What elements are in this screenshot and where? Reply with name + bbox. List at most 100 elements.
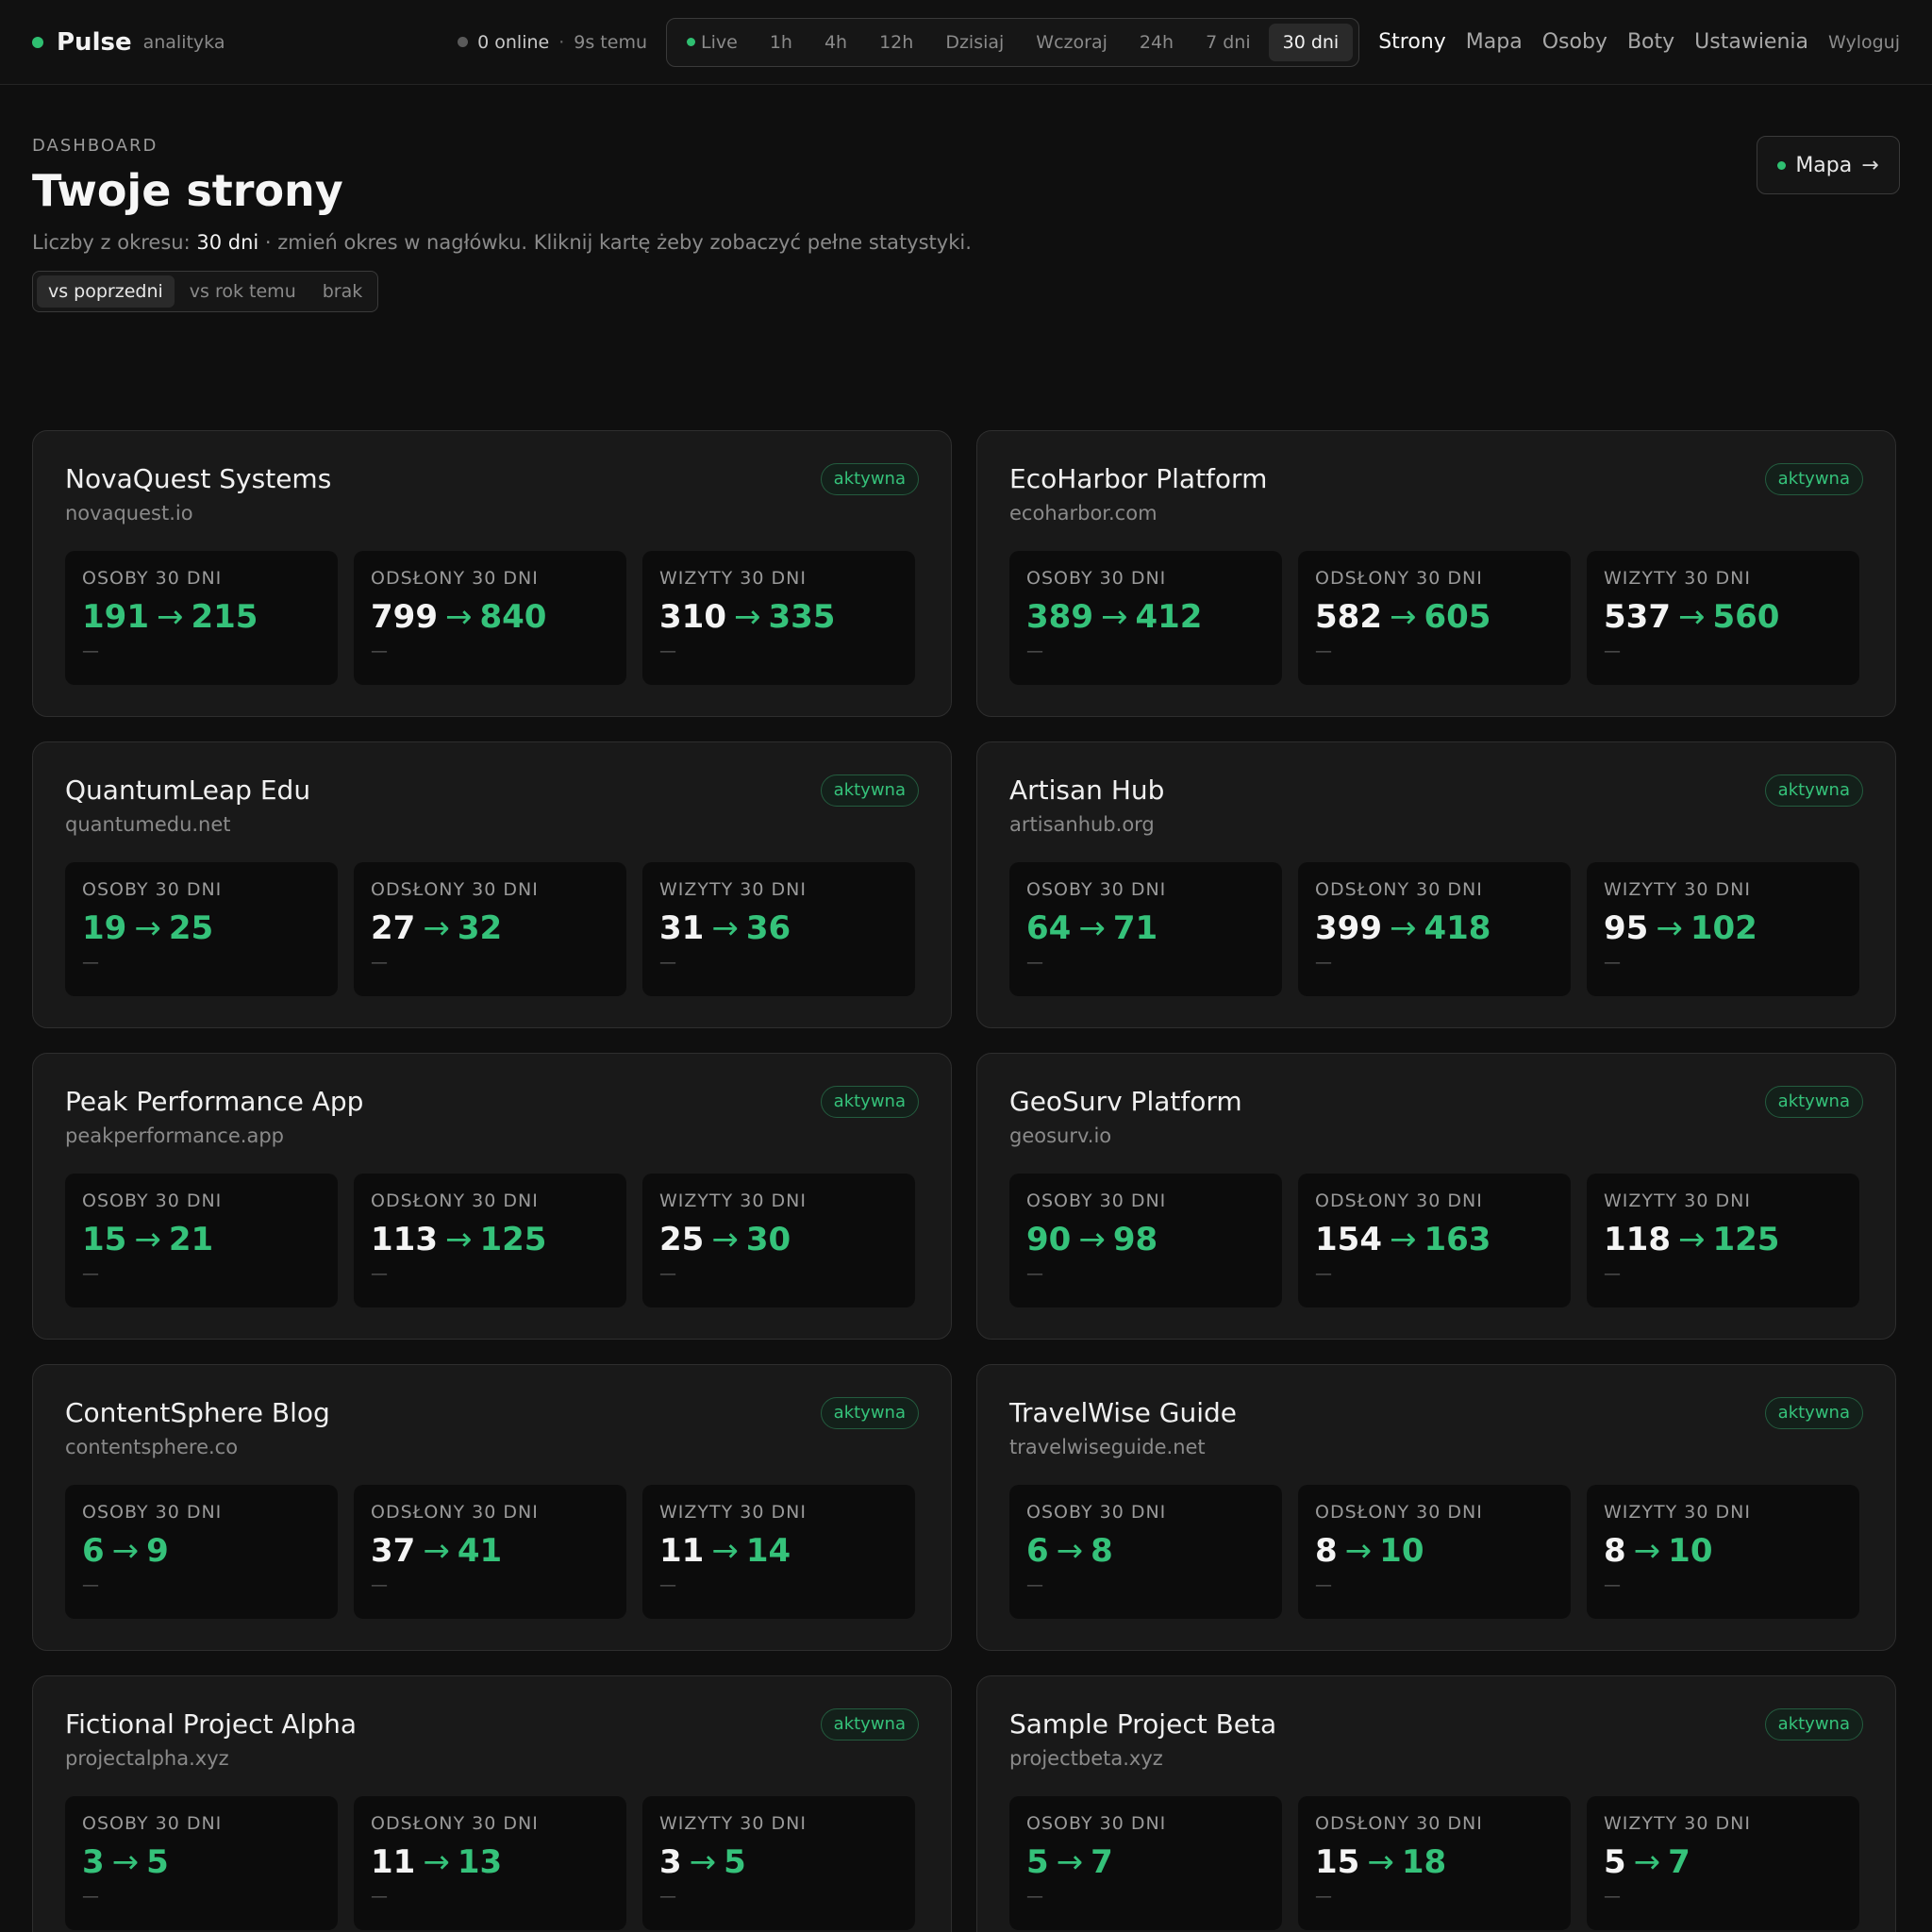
metric-people: OSOBY 30 DNI 6 → 9 — [65,1485,338,1619]
nav-settings[interactable]: Ustawienia [1694,30,1808,54]
metric-label: ODSŁONY 30 DNI [1315,1191,1483,1211]
metric-label: OSOBY 30 DNI [82,1502,223,1523]
map-button[interactable]: Mapa → [1757,136,1900,194]
metric-label: ODSŁONY 30 DNI [371,1813,539,1834]
metric-delta: — [1315,1575,1332,1595]
site-metrics: OSOBY 30 DNI 90 → 98 — ODSŁONY 30 DNI 154 →… [1009,1174,1863,1307]
site-card[interactable]: TravelWise Guide travelwiseguide.net akt… [976,1364,1896,1651]
status-badge: aktywna [820,1708,919,1740]
metric-value: 8 → 10 [1315,1532,1554,1570]
range-30d[interactable]: 30 dni [1268,23,1354,61]
metric-current: 32 [457,909,503,947]
period-suffix: · zmień okres w nagłówku. Kliknij kartę … [264,231,972,254]
metric-previous: 27 [371,909,416,947]
metric-previous: 113 [371,1221,438,1258]
site-card[interactable]: QuantumLeap Edu quantumedu.net aktywna O… [32,741,952,1028]
nav-map[interactable]: Mapa [1466,30,1523,54]
map-dot-icon [1777,160,1787,170]
range-12h[interactable]: 12h [865,24,927,61]
arrow-right-icon: → [711,1221,739,1258]
arrow-right-icon: → [111,1843,140,1881]
status-badge: aktywna [1764,1397,1863,1429]
site-card[interactable]: ContentSphere Blog contentsphere.co akty… [32,1364,952,1651]
metric-delta: — [1604,953,1621,973]
range-24h[interactable]: 24h [1125,24,1188,61]
metric-label: WIZYTY 30 DNI [1604,1191,1751,1211]
site-card[interactable]: Fictional Project Alpha projectalpha.xyz… [32,1675,952,1932]
online-dot-icon [458,37,469,47]
metric-previous: 389 [1026,598,1093,636]
metric-value: 389 → 412 [1026,598,1265,636]
metric-current: 418 [1424,909,1491,947]
site-domain: ecoharbor.com [1009,502,1158,525]
metric-previous: 6 [1026,1532,1049,1570]
metric-people: OSOBY 30 DNI 191 → 215 — [65,551,338,685]
compare-year-ago[interactable]: vs rok temu [178,275,308,308]
site-name: Peak Performance App [65,1086,364,1117]
range-yesterday[interactable]: Wczoraj [1022,24,1122,61]
site-name: EcoHarbor Platform [1009,463,1268,494]
status-badge: aktywna [820,463,919,495]
metric-delta: — [659,953,676,973]
range-1h[interactable]: 1h [756,24,807,61]
metric-previous: 6 [82,1532,105,1570]
metric-visits: WIZYTY 30 DNI 3 → 5 — [642,1796,915,1930]
metric-people: OSOBY 30 DNI 3 → 5 — [65,1796,338,1930]
metric-value: 5 → 7 [1026,1843,1265,1881]
metric-current: 21 [168,1221,214,1258]
metric-label: WIZYTY 30 DNI [1604,568,1751,589]
metric-delta: — [659,1264,676,1284]
metric-current: 215 [191,598,258,636]
nav-bots[interactable]: Boty [1627,30,1674,54]
compare-none[interactable]: brak [311,275,375,308]
site-domain: peakperformance.app [65,1124,284,1147]
metric-pageviews: ODSŁONY 30 DNI 799 → 840 — [354,551,626,685]
site-metrics: OSOBY 30 DNI 3 → 5 — ODSŁONY 30 DNI 11 → 13 … [65,1796,919,1930]
logout-link[interactable]: Wyloguj [1828,32,1900,53]
site-card[interactable]: Peak Performance App peakperformance.app… [32,1053,952,1340]
range-7d[interactable]: 7 dni [1191,24,1265,61]
arrow-right-icon: → [1677,1221,1706,1258]
range-4h[interactable]: 4h [810,24,861,61]
metric-delta: — [1315,641,1332,661]
metric-delta: — [371,1264,388,1284]
metric-previous: 310 [659,598,726,636]
site-domain: geosurv.io [1009,1124,1112,1147]
nav-sites[interactable]: Strony [1378,30,1446,54]
site-card[interactable]: Artisan Hub artisanhub.org aktywna OSOBY… [976,741,1896,1028]
brand[interactable]: Pulse analityka [32,28,225,57]
metric-previous: 15 [1315,1843,1360,1881]
metric-value: 6 → 8 [1026,1532,1265,1570]
metric-delta: — [82,953,99,973]
metric-pageviews: ODSŁONY 30 DNI 154 → 163 — [1298,1174,1571,1307]
brand-name: Pulse [57,27,132,57]
metric-current: 18 [1401,1843,1447,1881]
metric-current: 840 [479,598,547,636]
metric-current: 163 [1424,1221,1491,1258]
site-name: QuantumLeap Edu [65,774,311,806]
arrow-right-icon: → [1389,1221,1417,1258]
metric-current: 7 [1091,1843,1113,1881]
metric-previous: 37 [371,1532,416,1570]
metric-current: 9 [146,1532,169,1570]
site-card[interactable]: Sample Project Beta projectbeta.xyz akty… [976,1675,1896,1932]
site-card[interactable]: NovaQuest Systems novaquest.io aktywna O… [32,430,952,717]
site-card[interactable]: GeoSurv Platform geosurv.io aktywna OSOB… [976,1053,1896,1340]
compare-previous[interactable]: vs poprzedni [37,275,175,308]
site-card[interactable]: EcoHarbor Platform ecoharbor.com aktywna… [976,430,1896,717]
site-metrics: OSOBY 30 DNI 6 → 9 — ODSŁONY 30 DNI 37 → 41 … [65,1485,919,1619]
site-domain: projectalpha.xyz [65,1747,229,1770]
metric-pageviews: ODSŁONY 30 DNI 8 → 10 — [1298,1485,1571,1619]
metric-delta: — [1604,1887,1621,1907]
metric-previous: 19 [82,909,127,947]
status-badge: aktywna [1764,1086,1863,1118]
nav-people[interactable]: Osoby [1542,30,1607,54]
site-name: Sample Project Beta [1009,1708,1277,1740]
metric-previous: 11 [659,1532,705,1570]
metric-label: OSOBY 30 DNI [1026,568,1167,589]
range-today[interactable]: Dzisiaj [931,24,1018,61]
metric-people: OSOBY 30 DNI 5 → 7 — [1009,1796,1282,1930]
metric-label: OSOBY 30 DNI [82,1813,223,1834]
site-metrics: OSOBY 30 DNI 15 → 21 — ODSŁONY 30 DNI 113 →… [65,1174,919,1307]
range-live[interactable]: Live [673,24,752,61]
